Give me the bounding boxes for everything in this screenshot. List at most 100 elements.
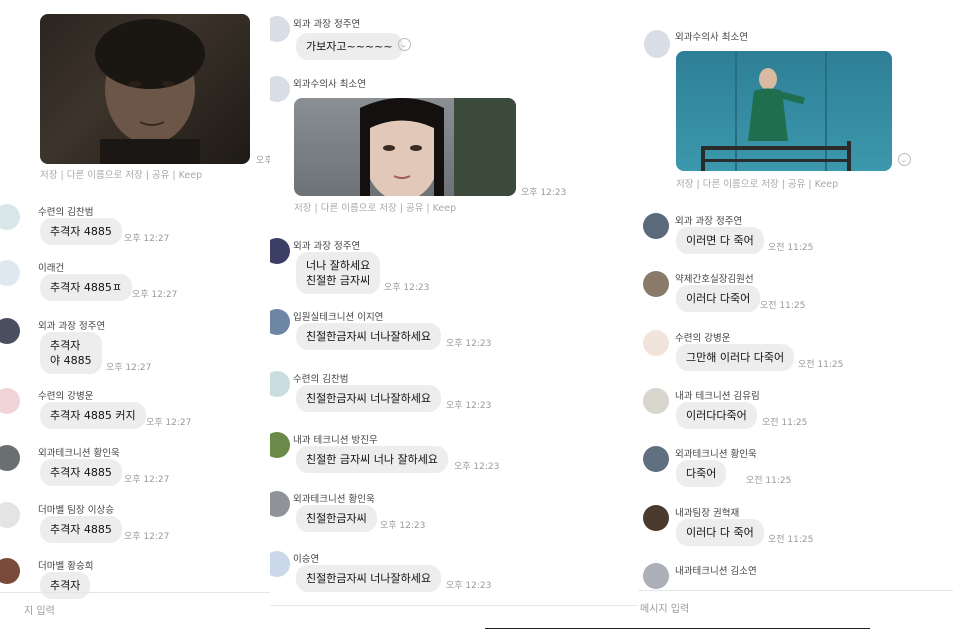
avatar[interactable] [643, 563, 669, 589]
sender-name: 외과 과장 정주연 [293, 19, 361, 30]
message-time: 오후 12:27 [124, 475, 170, 485]
sender-name: 약제간호실장김원선 [675, 274, 754, 285]
avatar[interactable] [270, 432, 290, 458]
avatar[interactable] [0, 204, 20, 230]
message-bubble[interactable]: 이러면 다 죽어 [676, 227, 764, 254]
avatar[interactable] [0, 558, 20, 584]
avatar[interactable] [270, 76, 290, 102]
chat-panel-left: 오후 저장 | 다른 이름으로 저장 | 공유 | Keep 수련의 김찬범 추격… [0, 0, 270, 630]
message-time: 오후 12:23 [446, 581, 492, 591]
message-time: 오후 12:27 [146, 418, 192, 428]
sender-name: 외과테크니션 황인욱 [675, 449, 757, 460]
photo-save-bar[interactable]: 저장 | 다른 이름으로 저장 | 공유 | Keep [676, 176, 838, 190]
divider [485, 628, 870, 629]
message-time: 오후 12:23 [446, 401, 492, 411]
photo-time: 오후 [256, 156, 270, 166]
shared-photo[interactable] [40, 14, 250, 164]
message-bubble[interactable]: 추격자 4885 커지 [40, 402, 146, 429]
shared-photo[interactable] [676, 51, 892, 171]
message-bubble[interactable]: 추격자 [40, 572, 91, 599]
message-time: 오전 11:25 [760, 301, 806, 311]
message-bubble[interactable]: 이러다 다죽어 [676, 285, 761, 312]
avatar[interactable] [0, 260, 20, 286]
message-time: 오전 11:25 [798, 360, 844, 370]
avatar[interactable] [270, 371, 290, 397]
avatar[interactable] [643, 271, 669, 297]
avatar[interactable] [643, 505, 669, 531]
message-bubble[interactable]: 추격자 4885 [40, 516, 122, 543]
message-time: 오후 12:27 [124, 532, 170, 542]
message-time: 오전 11:25 [746, 476, 792, 486]
message-bubble[interactable]: 추격자 야 4885 [40, 332, 102, 374]
chat-panel-middle: 외과 과장 정주연 가보자고~~~~~ 외과수의사 최소연 오후 12:23 저… [270, 0, 640, 630]
avatar[interactable] [0, 502, 20, 528]
avatar[interactable] [270, 309, 290, 335]
avatar[interactable] [0, 445, 20, 471]
message-bubble[interactable]: 친절한금자씨 너나잘하세요 [296, 565, 441, 592]
photo-save-bar[interactable]: 저장 | 다른 이름으로 저장 | 공유 | Keep [40, 167, 202, 181]
avatar[interactable] [270, 491, 290, 517]
photo-image [360, 98, 516, 196]
sender-name: 수련의 강병운 [38, 391, 94, 402]
emoji-react-icon[interactable] [898, 153, 911, 166]
message-bubble[interactable]: 친절한금자씨 [296, 505, 377, 532]
sender-name: 이승연 [293, 554, 320, 565]
message-bubble[interactable]: 친절한금자씨 너나잘하세요 [296, 385, 441, 412]
avatar[interactable] [270, 238, 290, 264]
message-bubble[interactable]: 가보자고~~~~~ [296, 33, 403, 60]
message-bubble[interactable]: 이러다 다 죽어 [676, 519, 764, 546]
sender-name: 수련의 강병운 [675, 333, 731, 344]
message-bubble[interactable]: 이러다다죽어 [676, 402, 757, 429]
message-time: 오전 11:25 [768, 243, 814, 253]
message-bubble[interactable]: 다죽어 [676, 460, 727, 487]
photo-time: 오후 12:23 [521, 188, 567, 198]
avatar[interactable] [270, 16, 290, 42]
sender-name: 수련의 김찬범 [293, 374, 349, 385]
message-time: 오후 12:27 [124, 234, 170, 244]
avatar[interactable] [643, 330, 669, 356]
sender-name: 내과 테크니션 방진우 [293, 435, 378, 446]
message-time: 오후 12:23 [380, 521, 426, 531]
sender-name: 외과수의사 최소연 [675, 32, 748, 43]
sender-name: 수련의 김찬범 [38, 207, 94, 218]
sender-name: 외과 과장 정주연 [675, 216, 743, 227]
photo-image [701, 51, 851, 171]
photo-save-bar[interactable]: 저장 | 다른 이름으로 저장 | 공유 | Keep [294, 200, 456, 214]
message-time: 오후 12:27 [132, 290, 178, 300]
avatar[interactable] [643, 446, 669, 472]
message-input[interactable]: 지 입력 [24, 602, 55, 617]
sender-name: 이래건 [38, 263, 65, 274]
message-bubble[interactable]: 추격자 4885ㅍ [40, 274, 132, 301]
message-time: 오후 12:23 [454, 462, 500, 472]
sender-name: 내과 테크니션 김유림 [675, 391, 760, 402]
photo-image [95, 19, 205, 164]
avatar[interactable] [0, 388, 20, 414]
sender-name: 더마벨 팀장 이상승 [38, 505, 114, 516]
avatar[interactable] [643, 388, 669, 414]
message-time: 오후 12:27 [106, 363, 152, 373]
sender-name: 외과 과장 정주연 [293, 241, 361, 252]
sender-name: 내과테크니션 김소연 [675, 566, 757, 577]
message-bubble[interactable]: 친절한금자씨 너나잘하세요 [296, 323, 441, 350]
message-bubble[interactable]: 그만해 이러다 다죽어 [676, 344, 795, 371]
sender-name: 더마벨 황승희 [38, 561, 94, 572]
sender-name: 입원실테크니션 이지연 [293, 312, 384, 323]
message-bubble[interactable]: 추격자 4885 [40, 218, 122, 245]
emoji-react-icon[interactable] [398, 38, 411, 51]
message-time: 오전 11:25 [768, 535, 814, 545]
message-bubble[interactable]: 너나 잘하세요 친절한 금자씨 [296, 252, 381, 294]
sender-name: 외과 과장 정주연 [38, 321, 106, 332]
sender-name: 내과팀장 권혁재 [675, 508, 740, 519]
chat-panel-right: 외과수의사 최소연 저장 | 다른 이름으로 저장 | 공유 | Keep 외과… [638, 0, 953, 630]
avatar[interactable] [0, 318, 20, 344]
sender-name: 외과테크니션 황인욱 [293, 494, 375, 505]
message-input[interactable]: 메시지 입력 [640, 600, 689, 615]
shared-photo[interactable] [294, 98, 516, 196]
message-bubble[interactable]: 추격자 4885 [40, 459, 122, 486]
avatar[interactable] [270, 551, 290, 577]
message-time: 오후 12:23 [384, 283, 430, 293]
avatar[interactable] [644, 30, 670, 58]
message-bubble[interactable]: 친절한 금자씨 너나 잘하세요 [296, 446, 448, 473]
message-time: 오후 12:23 [446, 339, 492, 349]
avatar[interactable] [643, 213, 669, 239]
